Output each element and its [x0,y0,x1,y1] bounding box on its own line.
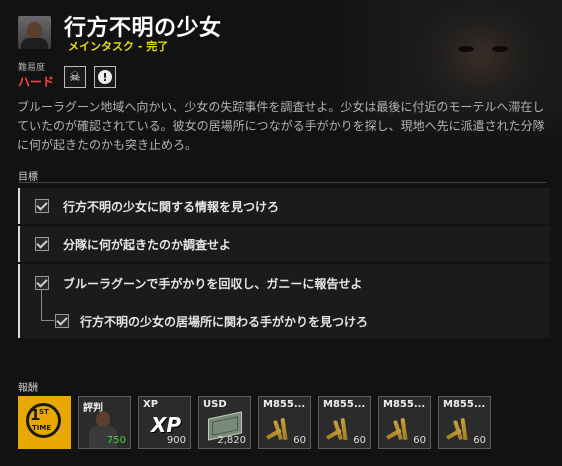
reward-quantity: 2,820 [217,435,246,446]
quest-status: 完了 [146,40,169,53]
quest-subtitle: メインタスク - 完了 [68,38,168,54]
reward-quantity: 750 [106,435,126,446]
objective-checkbox [35,199,49,213]
reward-quantity: 900 [166,435,186,446]
quest-description: ブルーラグーン地域へ向かい、少女の失踪事件を調査せよ。少女は最後に付近のモーテル… [17,100,545,152]
skull-icon[interactable]: ☠ [64,66,86,88]
quest-giver-avatar [18,16,51,49]
xp-icon: XP [151,413,182,437]
rewards-label: 報酬 [18,383,38,394]
reward-quantity: 60 [293,435,306,446]
objectives-label: 目標 [18,172,38,183]
objective-item-with-subtask: ブルーラグーンで手がかりを回収し、ガニーに報告せよ 行方不明の少女の居場所に関わ… [18,264,550,338]
objectives-divider [18,182,546,183]
ammo-reward[interactable]: M855... 60 [318,396,371,449]
ammo-reward[interactable]: M855... 60 [378,396,431,449]
reward-quantity: 60 [473,435,486,446]
first-time-bonus-reward[interactable]: 1 ST TIME [18,396,71,449]
quest-subtitle-separator: - [134,40,147,53]
difficulty-label: 難易度 [18,63,46,73]
quest-type: メインタスク [68,40,134,53]
objective-text: 行方不明の少女に関する情報を見つけろ [63,200,280,214]
reward-label: USD [203,399,227,410]
alert-icon[interactable]: ! [94,66,116,88]
ammo-reward[interactable]: M855... 60 [438,396,491,449]
objective-item: 行方不明の少女に関する情報を見つけろ [18,188,550,224]
subtask-connector [41,290,54,321]
objective-checkbox [35,276,49,290]
objective-text: ブルーラグーンで手がかりを回収し、ガニーに報告せよ [63,277,363,291]
objective-item: 分隊に何が起きたのか調査せよ [18,226,550,262]
ammo-reward[interactable]: M855... 60 [258,396,311,449]
rewards-list: 1 ST TIME 評判 750 XP XP 900 USD 2,820 M85… [18,396,491,449]
first-time-suffix: ST [39,408,49,416]
difficulty-value: ハード [18,75,55,89]
reward-label: M855... [263,399,306,410]
reward-label: M855... [443,399,486,410]
subtask-text: 行方不明の少女の居場所に関わる手がかりを見つけろ [80,315,369,329]
reward-quantity: 60 [413,435,426,446]
reward-label: M855... [383,399,426,410]
usd-reward[interactable]: USD 2,820 [198,396,251,449]
first-time-text: TIME [32,424,52,432]
objective-text: 分隊に何が起きたのか調査せよ [63,238,232,252]
reward-label: XP [143,399,159,410]
reward-quantity: 60 [353,435,366,446]
subtask-checkbox [55,314,69,328]
reward-label: M855... [323,399,366,410]
xp-reward[interactable]: XP XP 900 [138,396,191,449]
objective-checkbox [35,237,49,251]
reputation-reward[interactable]: 評判 750 [78,396,131,449]
